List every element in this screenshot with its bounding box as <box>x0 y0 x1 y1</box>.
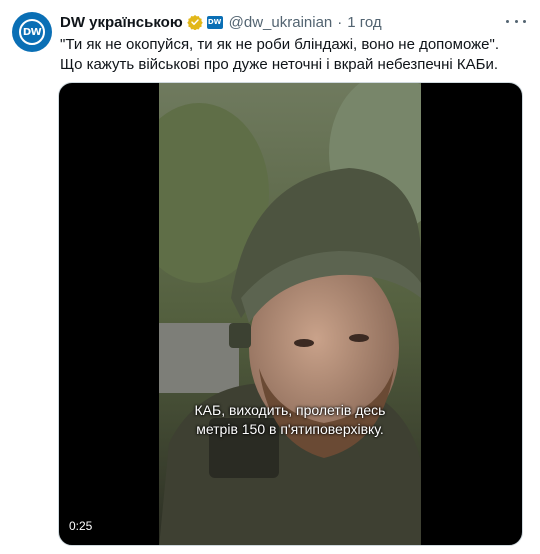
verified-badge-icon <box>186 14 203 30</box>
more-options-icon[interactable] <box>506 14 526 28</box>
video-frame[interactable]: КАБ, виходить, пролетів десь метрів 150 … <box>159 83 421 545</box>
video-subtitle-line: КАБ, виходить, пролетів десь <box>194 402 386 418</box>
video-duration: 0:25 <box>69 519 93 533</box>
tweet-header: DW українською DW @dw_ukrainian · 1 год <box>60 12 382 32</box>
dw-logo: DW <box>19 19 45 45</box>
video-subtitle-line: метрів 150 в п'ятиповерхівку. <box>196 421 384 437</box>
header-separator: · <box>337 13 343 31</box>
tweet[interactable]: DW DW українською DW @dw_ukrainian · 1 г… <box>0 0 540 554</box>
account-name[interactable]: DW українською <box>60 14 183 31</box>
tweet-text: "Ти як не окопуйся, ти як не роби блінда… <box>60 36 500 73</box>
video-player[interactable]: КАБ, виходить, пролетів десь метрів 150 … <box>58 82 523 546</box>
affiliate-badge-icon[interactable]: DW <box>206 15 223 29</box>
account-avatar[interactable]: DW <box>12 12 52 52</box>
tweet-timestamp[interactable]: 1 год <box>347 14 381 31</box>
account-handle[interactable]: @dw_ukrainian <box>229 14 333 31</box>
